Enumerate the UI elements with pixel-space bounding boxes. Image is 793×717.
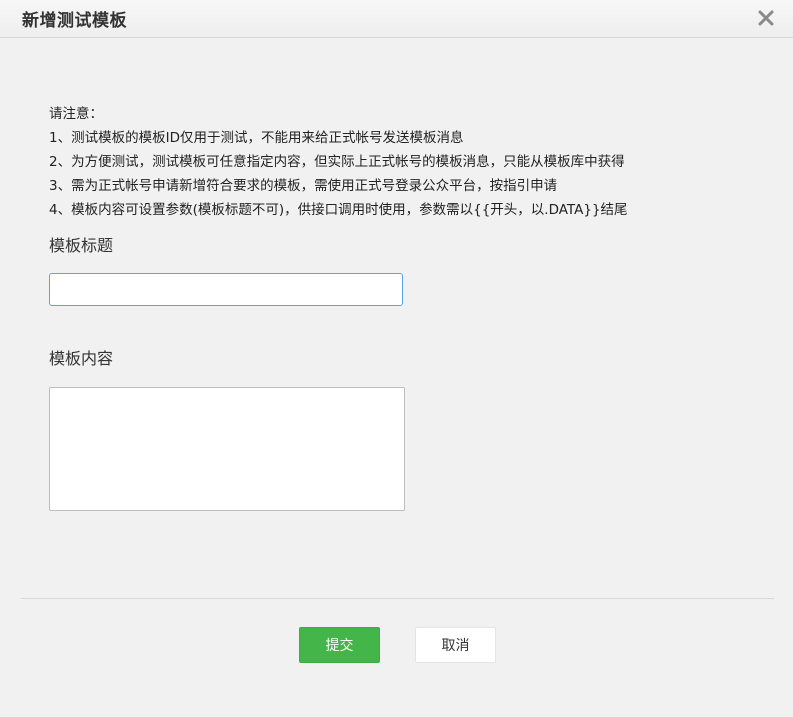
footer-divider bbox=[21, 598, 774, 599]
notice-line: 1、测试模板的模板ID仅用于测试，不能用来给正式帐号发送模板消息 bbox=[49, 130, 464, 146]
cancel-button[interactable]: 取消 bbox=[415, 627, 496, 663]
notice-line: 2、为方便测试，测试模板可任意指定内容，但实际上正式帐号的模板消息，只能从模板库… bbox=[49, 154, 625, 170]
template-content-label: 模板内容 bbox=[49, 349, 114, 368]
template-content-textarea[interactable] bbox=[49, 387, 405, 511]
template-title-input[interactable] bbox=[49, 273, 403, 306]
submit-button[interactable]: 提交 bbox=[299, 627, 380, 663]
notice-line: 4、模板内容可设置参数(模板标题不可)，供接口调用时使用，参数需以{{开头，以.… bbox=[49, 202, 628, 218]
notice-heading: 请注意： bbox=[49, 106, 103, 122]
close-icon[interactable] bbox=[755, 7, 777, 29]
dialog-header: 新增测试模板 bbox=[0, 0, 793, 38]
notice-block: 请注意： 1、测试模板的模板ID仅用于测试，不能用来给正式帐号发送模板消息 2、… bbox=[49, 102, 628, 222]
add-test-template-dialog: 新增测试模板 请注意： 1、测试模板的模板ID仅用于测试，不能用来给正式帐号发送… bbox=[0, 0, 793, 717]
template-title-label: 模板标题 bbox=[49, 236, 114, 255]
dialog-title: 新增测试模板 bbox=[22, 11, 127, 31]
notice-line: 3、需为正式帐号申请新增符合要求的模板，需使用正式号登录公众平台，按指引申请 bbox=[49, 178, 558, 194]
